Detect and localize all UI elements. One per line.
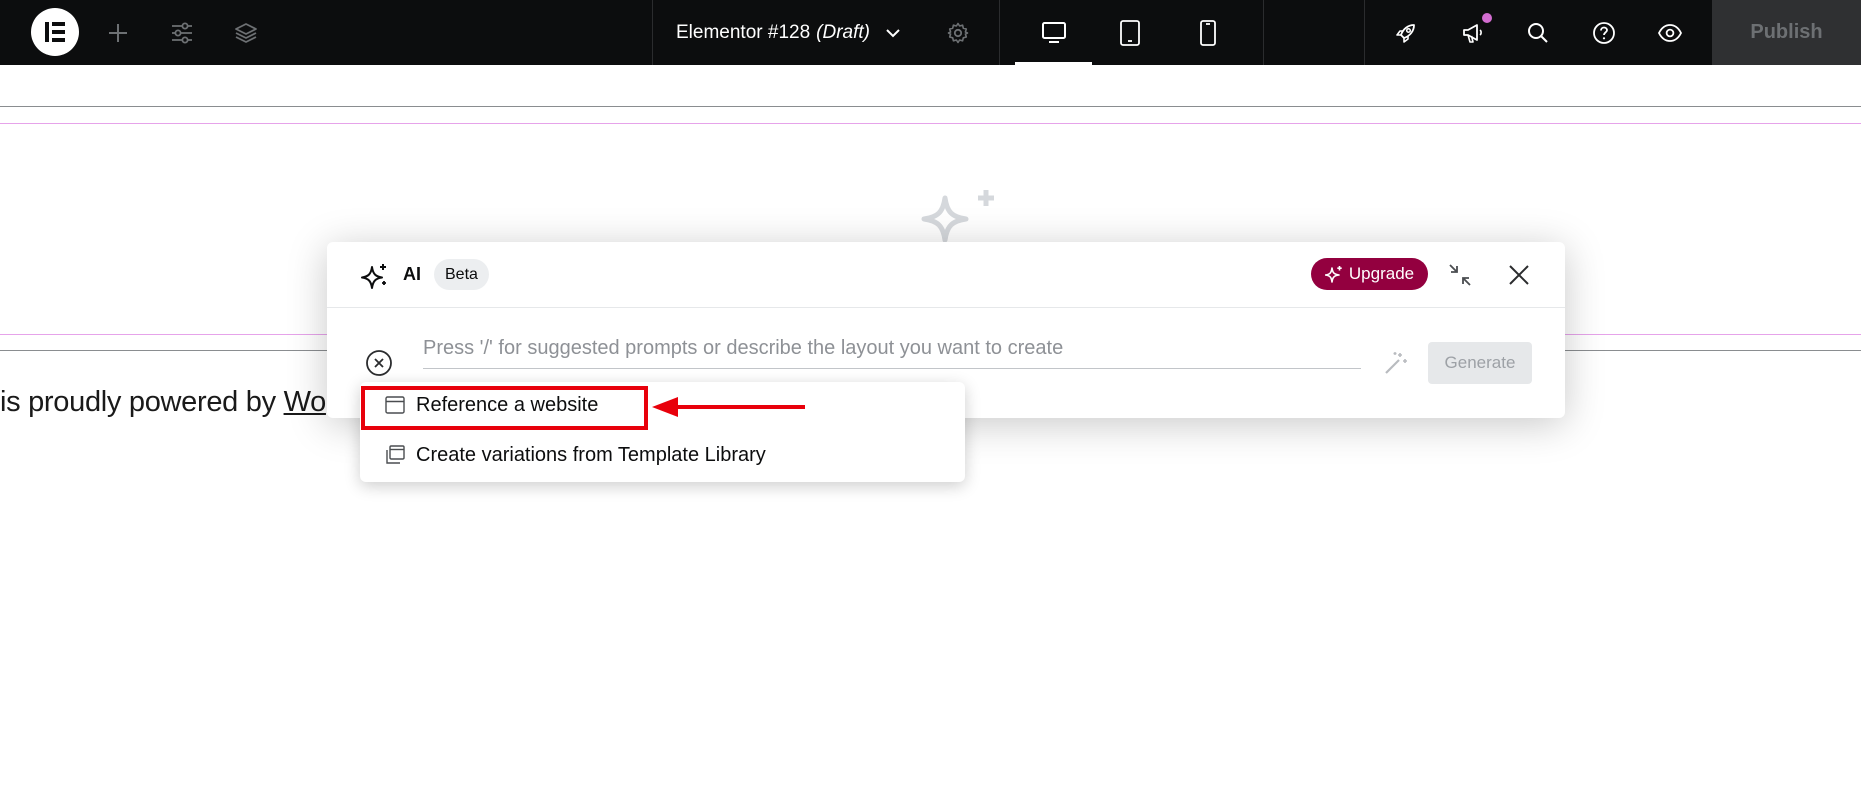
- mobile-view-button[interactable]: [1190, 0, 1226, 65]
- topbar-divider: [1364, 0, 1365, 65]
- site-settings-button[interactable]: [164, 0, 200, 65]
- tablet-view-button[interactable]: [1112, 0, 1148, 65]
- footer-text-prefix: is proudly powered by: [0, 386, 284, 418]
- tablet-icon: [1120, 19, 1140, 46]
- close-icon: [1509, 265, 1529, 285]
- page-settings-button[interactable]: [940, 0, 976, 65]
- menu-item-label: Create variations from Template Library: [416, 443, 766, 466]
- sparkle-placeholder-icon: [921, 190, 994, 243]
- upgrade-button[interactable]: Upgrade: [1311, 258, 1428, 290]
- gear-icon: [947, 22, 969, 43]
- wordpress-link[interactable]: Wo: [284, 386, 327, 418]
- topbar-divider: [652, 0, 653, 65]
- annotation-highlight-box: [361, 386, 648, 430]
- topbar-divider: [1263, 0, 1264, 65]
- active-device-indicator: [1015, 62, 1092, 65]
- publish-button[interactable]: Publish: [1712, 0, 1861, 65]
- annotation-arrow-icon: [652, 397, 805, 417]
- topbar-divider: [999, 0, 1000, 65]
- document-status: (Draft): [816, 21, 870, 43]
- elementor-logo-icon: [45, 22, 65, 42]
- ai-sparkle-icon: [361, 264, 386, 289]
- template-stack-icon: [386, 445, 405, 464]
- help-circle-icon: [1593, 21, 1615, 44]
- plus-icon: [109, 23, 127, 42]
- ai-title: AI: [403, 264, 421, 284]
- elementor-logo-button[interactable]: [31, 8, 79, 56]
- generate-button[interactable]: Generate: [1428, 342, 1532, 384]
- ai-dialog-header: AI Beta Upgrade: [327, 242, 1565, 308]
- minimize-dialog-button[interactable]: [1445, 260, 1475, 290]
- site-footer-credit: is proudly powered by Wo: [0, 386, 326, 419]
- desktop-view-button[interactable]: [1015, 0, 1092, 65]
- close-circle-icon: [366, 350, 392, 376]
- close-dialog-button[interactable]: [1504, 260, 1534, 290]
- enhance-prompt-button[interactable]: [1382, 349, 1410, 377]
- whats-new-button[interactable]: [1455, 0, 1491, 65]
- beta-badge: Beta: [434, 259, 489, 290]
- notification-dot: [1482, 13, 1492, 23]
- mobile-phone-icon: [1200, 19, 1216, 46]
- megaphone-icon: [1463, 23, 1482, 43]
- upgrade-label: Upgrade: [1348, 264, 1415, 283]
- document-title-dropdown[interactable]: Elementor #128 (Draft): [676, 0, 902, 65]
- desktop-monitor-icon: [1041, 21, 1066, 43]
- document-name: Elementor #128: [676, 21, 811, 43]
- layout-prompt-input[interactable]: [423, 329, 1361, 369]
- clear-prompt-button[interactable]: [365, 349, 393, 377]
- container-outline-top: [0, 123, 1861, 124]
- search-button[interactable]: [1520, 0, 1556, 65]
- editor-topbar: Elementor #128 (Draft) Publish: [0, 0, 1861, 65]
- rocket-icon: [1396, 23, 1415, 43]
- menu-item-template-variations[interactable]: Create variations from Template Library: [384, 438, 766, 472]
- upgrade-sparkle-icon: [1324, 266, 1342, 283]
- structure-layers-button[interactable]: [228, 0, 264, 65]
- layers-icon: [235, 22, 257, 43]
- eye-icon: [1657, 23, 1683, 42]
- preview-button[interactable]: [1652, 0, 1688, 65]
- section-divider: [0, 106, 1861, 107]
- help-button[interactable]: [1586, 0, 1622, 65]
- search-icon: [1528, 22, 1548, 43]
- sliders-icon: [172, 22, 192, 43]
- chevron-down-icon: [886, 28, 900, 37]
- add-element-button[interactable]: [100, 0, 136, 65]
- collapse-arrows-icon: [1449, 264, 1471, 286]
- magic-wand-icon: [1385, 352, 1407, 374]
- launchpad-button[interactable]: [1388, 0, 1424, 65]
